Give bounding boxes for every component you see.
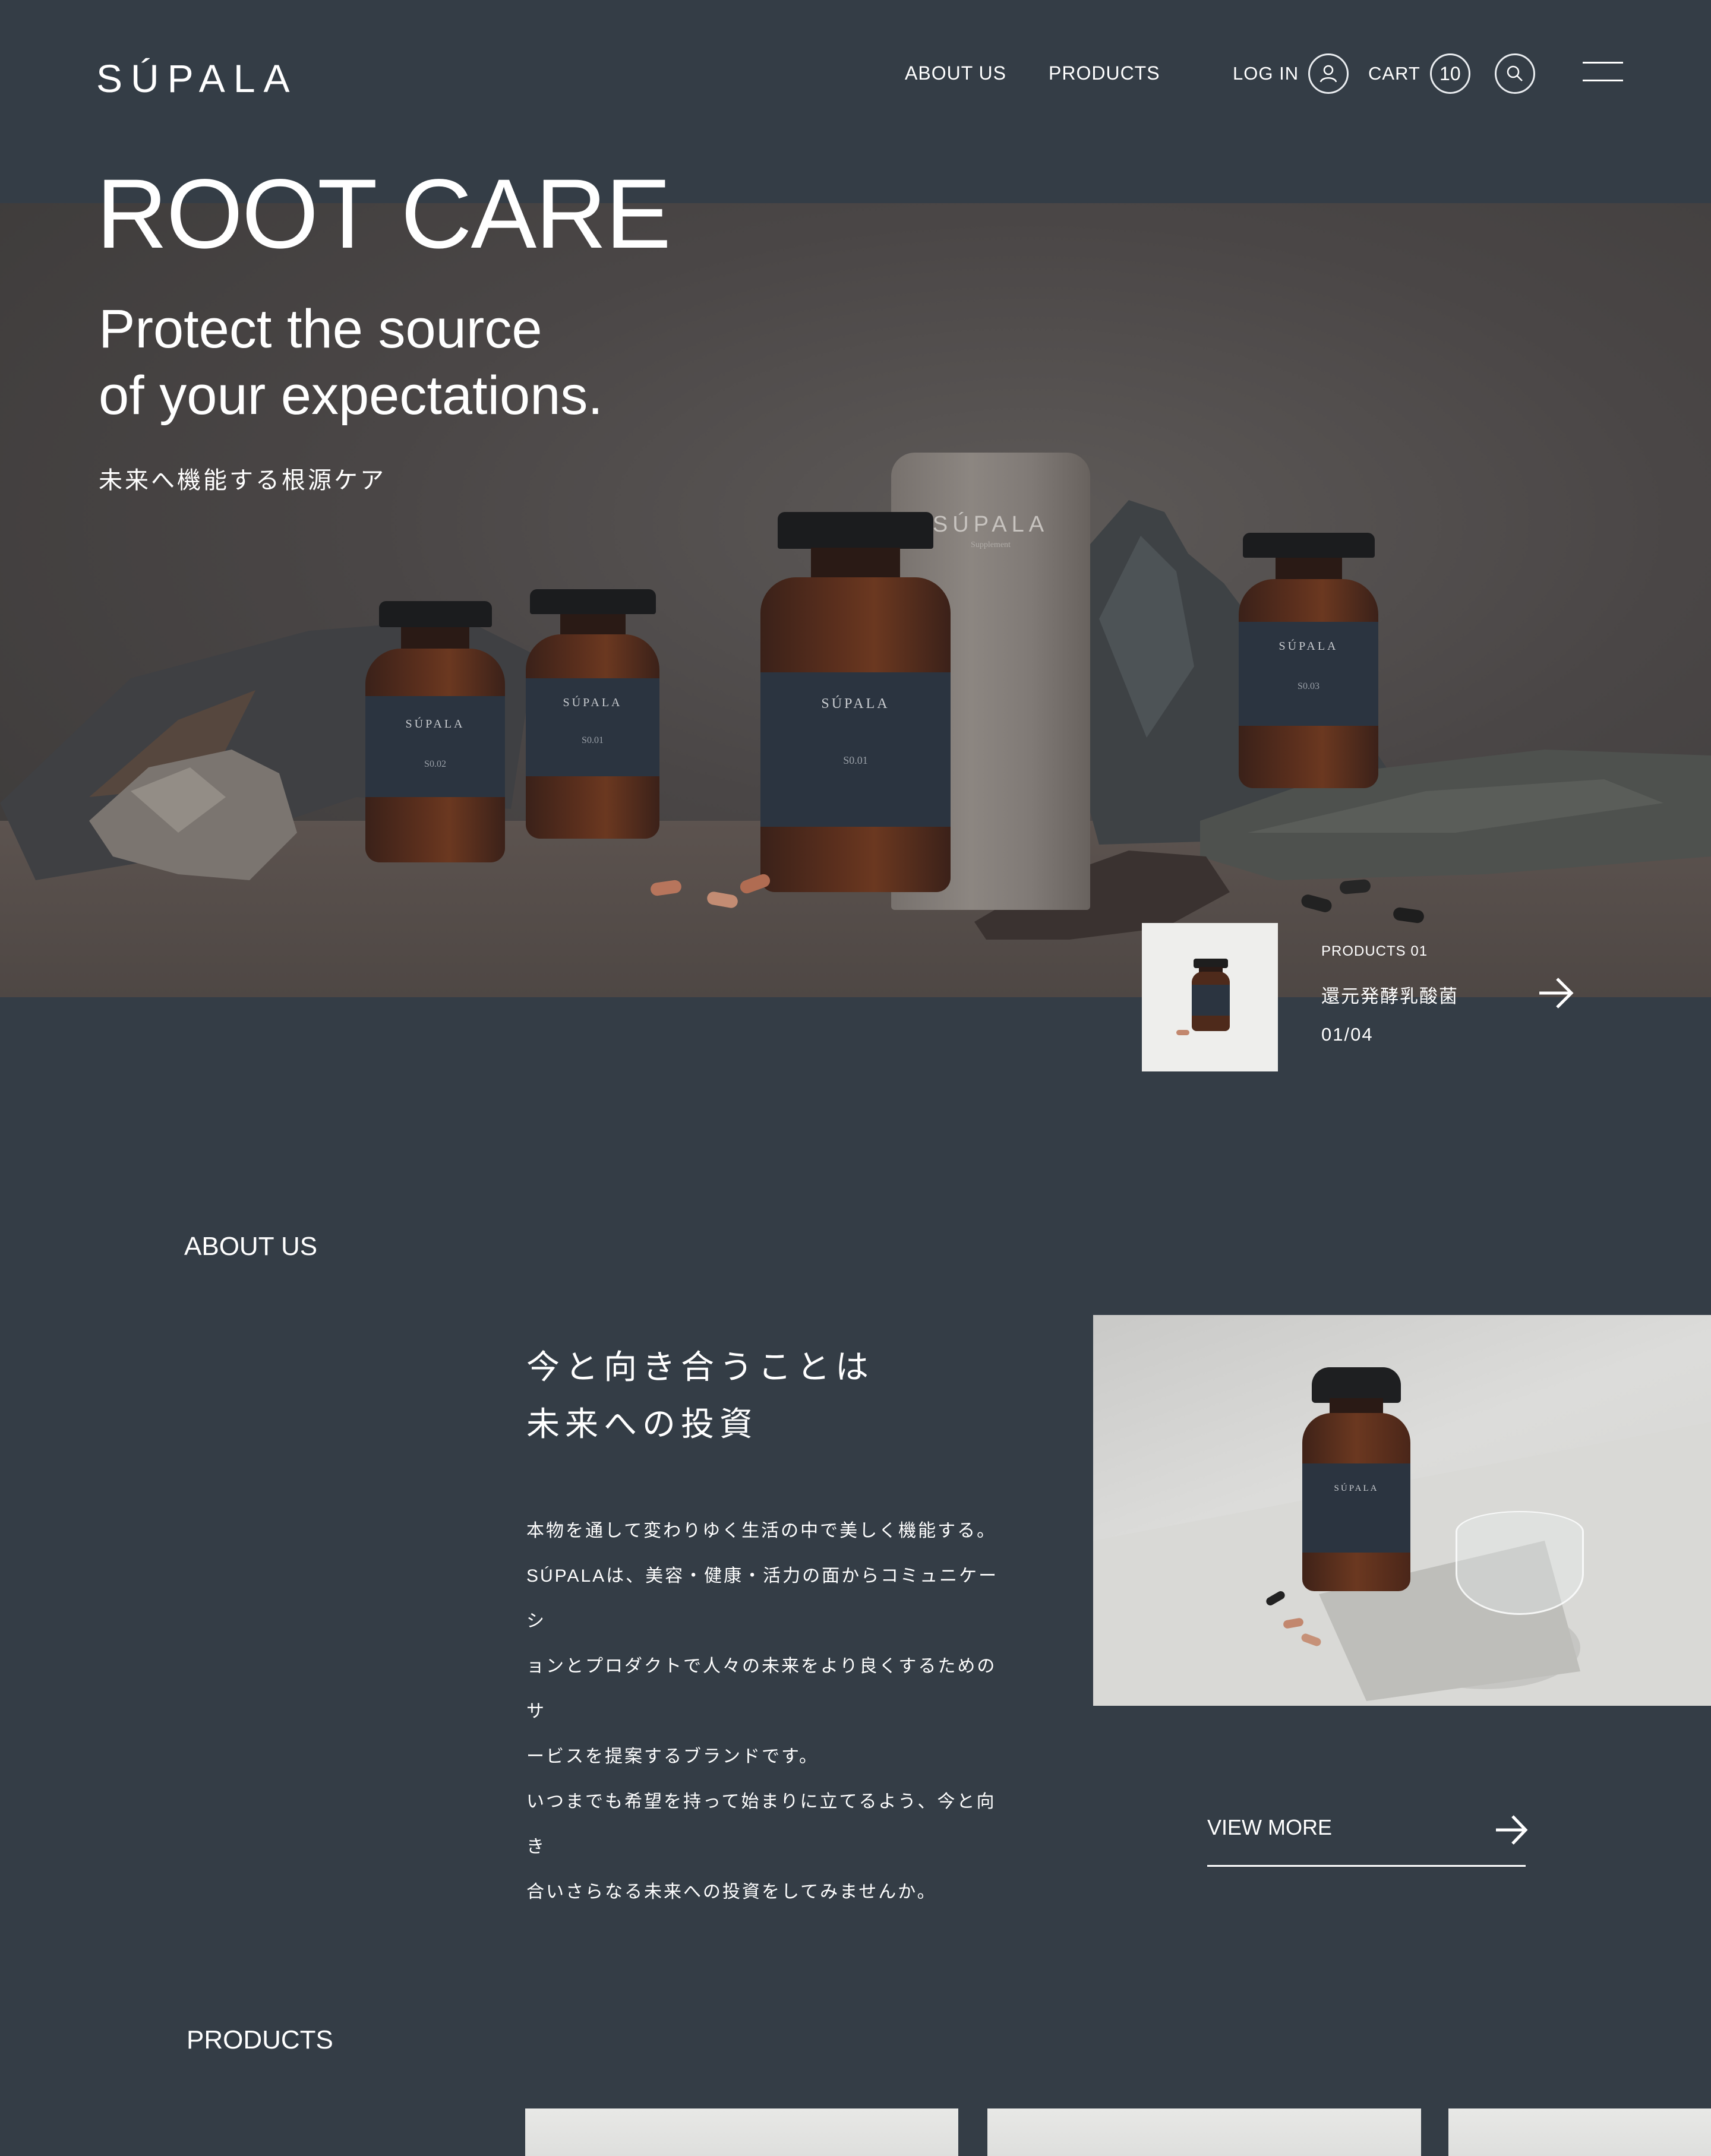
search-button[interactable]	[1495, 53, 1535, 94]
hero-subtitle-line1: Protect the source	[99, 299, 542, 359]
bottle-code: S0.01	[843, 754, 868, 766]
about-body-line: ョンとプロダクトで人々の未来をより良くするためのサ	[526, 1656, 997, 1721]
view-more-label: VIEW MORE	[1207, 1815, 1333, 1839]
bottle-brand: SÚPALA	[563, 696, 623, 709]
hero-subtitle-line2: of your expectations.	[99, 365, 603, 426]
menu-icon[interactable]	[1583, 62, 1623, 83]
cart-link[interactable]: CART 10	[1368, 53, 1470, 94]
nav-products[interactable]: PRODUCTS	[1049, 62, 1160, 84]
product-bottle: SÚPALA S0.03	[1239, 533, 1378, 788]
about-body-line: ービスを提案するブランドです。	[526, 1747, 819, 1766]
cart-label: CART	[1368, 63, 1420, 84]
bottle-code: S0.02	[424, 759, 446, 769]
product-bottle: SÚPALA S0.01	[760, 512, 951, 892]
search-icon	[1507, 65, 1523, 81]
hero-subtitle: Protect the source of your expectations.	[99, 296, 603, 429]
login-link[interactable]: LOG IN	[1233, 53, 1349, 94]
product-card[interactable]	[525, 2108, 958, 2156]
cart-count-badge: 10	[1429, 53, 1470, 94]
about-title-line2: 未来への投資	[526, 1405, 758, 1443]
about-image: SÚPALA	[1093, 1315, 1711, 1706]
slider-thumbnail[interactable]	[1142, 923, 1278, 1071]
hero-title: ROOT CARE	[96, 159, 671, 269]
bottle-code: S0.03	[1298, 681, 1319, 691]
slider-eyebrow: PRODUCTS 01	[1321, 943, 1428, 959]
slider-counter: 01/04	[1321, 1024, 1374, 1045]
bottle-brand: SÚPALA	[1278, 640, 1339, 653]
brand-logo[interactable]: SÚPALA	[96, 56, 298, 101]
product-bottle: SÚPALA S0.01	[526, 589, 659, 839]
bottle-brand: SÚPALA	[405, 717, 465, 731]
user-icon	[1308, 53, 1349, 94]
arrow-right-icon	[1539, 978, 1574, 1009]
nav-about-us[interactable]: ABOUT US	[905, 62, 1006, 84]
about-body: 本物を通して変わりゆく生活の中で美しく機能する。 SÚPALAは、美容・健康・活…	[526, 1509, 1002, 1915]
products-heading: PRODUCTS	[187, 2025, 333, 2054]
view-more-link[interactable]: VIEW MORE	[1207, 1800, 1528, 1867]
slider-next-button[interactable]	[1537, 975, 1575, 1014]
about-title-line1: 今と向き合うことは	[526, 1348, 874, 1386]
about-title: 今と向き合うことは 未来への投資	[526, 1339, 874, 1453]
product-card[interactable]	[1448, 2108, 1711, 2156]
bottle-code: S0.01	[582, 735, 604, 745]
login-label: LOG IN	[1233, 63, 1299, 84]
about-heading: ABOUT US	[184, 1232, 318, 1261]
bottle-brand: SÚPALA	[821, 696, 890, 712]
image-bottle-brand: SÚPALA	[1334, 1484, 1379, 1493]
about-body-line: SÚPALAは、美容・健康・活力の面からコミュニケーシ	[526, 1566, 999, 1631]
hero-tagline: 未来へ機能する根源ケア	[99, 467, 386, 494]
product-bottle: SÚPALA S0.02	[365, 601, 505, 862]
about-body-line: 合いさらなる未来への投資をしてみませんか。	[526, 1882, 937, 1902]
slider-product-name[interactable]: 還元発酵乳酸菌	[1321, 981, 1459, 1008]
about-body-line: 本物を通して変わりゆく生活の中で美しく機能する。	[526, 1521, 997, 1541]
arrow-right-icon	[1496, 1815, 1528, 1845]
about-body-line: いつまでも希望を持って始まりに立てるよう、今と向き	[526, 1792, 996, 1857]
product-card[interactable]	[987, 2108, 1421, 2156]
